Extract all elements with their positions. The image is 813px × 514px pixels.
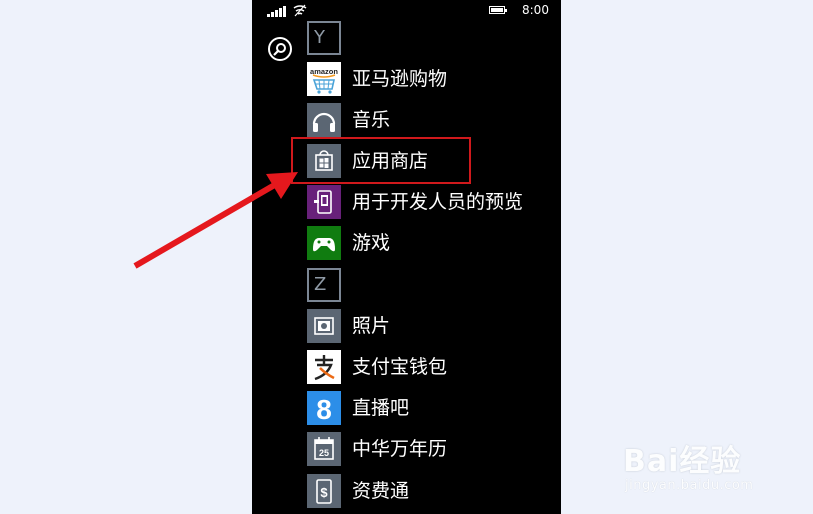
baidu-watermark: Bai经验 jingyan.baidu.com (623, 428, 773, 498)
watermark-url: jingyan.baidu.com (625, 478, 754, 493)
watermark-brand: Bai经验 (623, 444, 742, 479)
screenshot-stage: 8:00 Y amazon 亚马逊购物 音乐 应用商店 用于开发人员的预览 游戏… (0, 0, 813, 514)
